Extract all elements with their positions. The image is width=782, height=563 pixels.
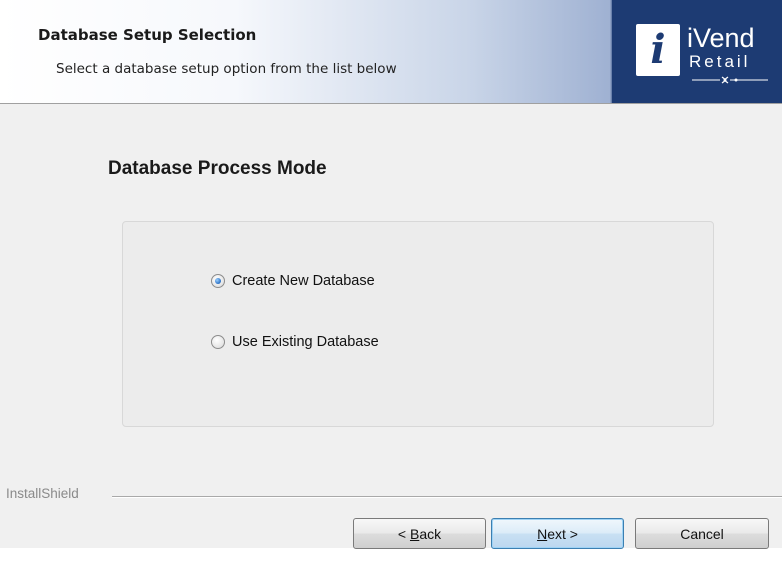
radio-unchecked-icon[interactable] xyxy=(211,335,225,349)
radio-checked-icon[interactable] xyxy=(211,274,225,288)
logo-i-box: i xyxy=(636,24,680,76)
radio-label-use-existing[interactable]: Use Existing Database xyxy=(232,334,379,350)
options-panel xyxy=(122,221,714,427)
installshield-label: InstallShield xyxy=(6,486,79,501)
section-heading: Database Process Mode xyxy=(108,158,327,179)
logo-sub-text: Retail xyxy=(689,52,751,71)
back-button[interactable]: < Back xyxy=(353,518,486,549)
header-banner: Database Setup Selection Select a databa… xyxy=(0,0,782,104)
header-subtitle: Select a database setup option from the … xyxy=(56,61,397,77)
cancel-button[interactable]: Cancel xyxy=(635,518,769,549)
radio-label-create-new[interactable]: Create New Database xyxy=(232,273,375,289)
ivend-retail-logo: i iVend Retail xyxy=(612,0,782,103)
back-button-rest: ack xyxy=(419,525,442,542)
radio-create-new-database[interactable]: Create New Database xyxy=(211,271,375,291)
next-button-rest: ext > xyxy=(547,525,578,542)
setup-dialog: Database Setup Selection Select a databa… xyxy=(0,0,782,549)
next-button[interactable]: Next > xyxy=(491,518,624,549)
back-button-prefix: < xyxy=(397,525,410,542)
logo-i-mark: i xyxy=(650,26,666,73)
logo-brand-text: iVend xyxy=(687,23,755,53)
back-button-mnemonic: B xyxy=(409,525,420,542)
radio-use-existing-database[interactable]: Use Existing Database xyxy=(211,332,379,352)
footer-divider xyxy=(112,496,782,498)
logo-ornament-icon xyxy=(692,76,768,84)
next-button-mnemonic: N xyxy=(537,525,548,542)
header-title: Database Setup Selection xyxy=(38,26,257,44)
